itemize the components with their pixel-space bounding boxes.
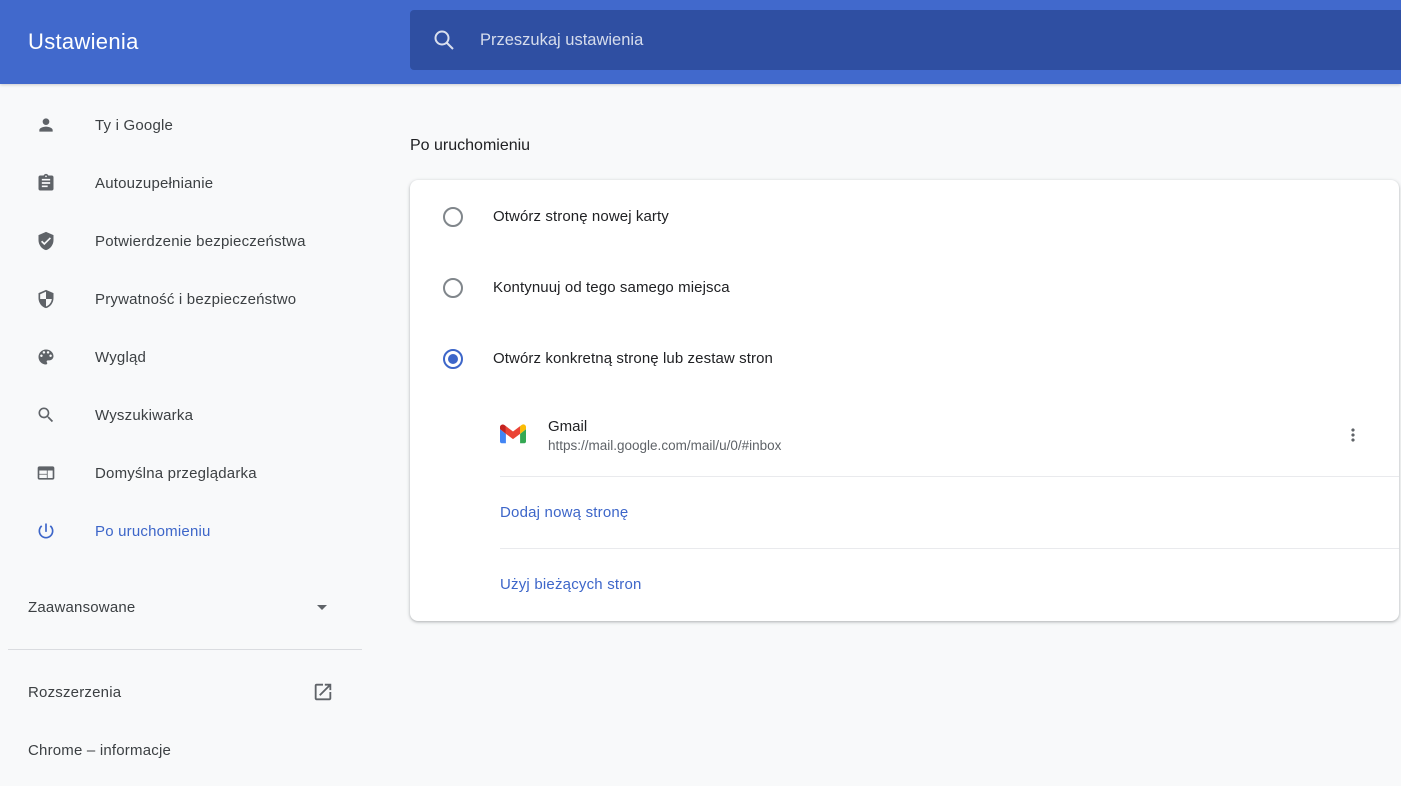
sidebar-item-label: Po uruchomieniu [95, 523, 211, 540]
startup-page-title: Gmail [548, 418, 781, 435]
power-icon [36, 521, 56, 541]
more-vert-icon [1343, 425, 1363, 445]
main-content: Po uruchomieniu Otwórz stronę nowej kart… [362, 84, 1401, 786]
option-label: Kontynuuj od tego samego miejsca [493, 279, 730, 296]
settings-header: Ustawienia [0, 0, 1401, 84]
sidebar-item-on-startup[interactable]: Po uruchomieniu [0, 502, 362, 560]
sidebar-item-label: Prywatność i bezpieczeństwo [95, 291, 296, 308]
sidebar-advanced-toggle[interactable]: Zaawansowane [0, 578, 362, 636]
sidebar-item-appearance[interactable]: Wygląd [0, 328, 362, 386]
sidebar-item-label: Wygląd [95, 349, 146, 366]
autofill-icon [36, 173, 56, 193]
page-title: Ustawienia [28, 29, 139, 55]
option-continue-where-left-off[interactable]: Kontynuuj od tego samego miejsca [410, 252, 1399, 323]
sidebar-item-you-and-google[interactable]: Ty i Google [0, 96, 362, 154]
use-current-pages-label: Użyj bieżących stron [500, 576, 642, 593]
use-current-pages-button[interactable]: Użyj bieżących stron [410, 549, 1399, 620]
startup-page-row: Gmail https://mail.google.com/mail/u/0/#… [410, 394, 1399, 476]
option-open-specific-pages[interactable]: Otwórz konkretną stronę lub zestaw stron [410, 323, 1399, 394]
sidebar-item-privacy[interactable]: Prywatność i bezpieczeństwo [0, 270, 362, 328]
search-engine-icon [36, 405, 56, 425]
add-new-page-button[interactable]: Dodaj nową stronę [410, 477, 1399, 548]
sidebar-item-autofill[interactable]: Autouzupełnianie [0, 154, 362, 212]
more-actions-button[interactable] [1337, 419, 1369, 451]
on-startup-card: Otwórz stronę nowej karty Kontynuuj od t… [410, 180, 1399, 621]
radio-button[interactable] [443, 349, 463, 369]
startup-page-info: Gmail https://mail.google.com/mail/u/0/#… [548, 418, 781, 453]
option-label: Otwórz konkretną stronę lub zestaw stron [493, 350, 773, 367]
search-box[interactable] [410, 10, 1401, 70]
section-title: Po uruchomieniu [410, 134, 1401, 158]
radio-button[interactable] [443, 207, 463, 227]
radio-button[interactable] [443, 278, 463, 298]
palette-icon [36, 347, 56, 367]
sidebar-item-search-engine[interactable]: Wyszukiwarka [0, 386, 362, 444]
option-label: Otwórz stronę nowej karty [493, 208, 669, 225]
open-in-new-icon [312, 681, 334, 703]
safety-check-shield-icon [36, 231, 56, 251]
sidebar-item-label: Domyślna przeglądarka [95, 465, 257, 482]
add-new-page-label: Dodaj nową stronę [500, 504, 628, 521]
advanced-label: Zaawansowane [28, 599, 135, 616]
sidebar-item-default-browser[interactable]: Domyślna przeglądarka [0, 444, 362, 502]
search-icon [432, 28, 456, 52]
sidebar-divider [8, 649, 362, 650]
extensions-label: Rozszerzenia [28, 684, 121, 701]
sidebar-item-label: Wyszukiwarka [95, 407, 193, 424]
option-open-new-tab[interactable]: Otwórz stronę nowej karty [410, 181, 1399, 252]
browser-window-icon [36, 463, 56, 483]
person-icon [36, 115, 56, 135]
startup-page-url: https://mail.google.com/mail/u/0/#inbox [548, 438, 781, 453]
search-input[interactable] [480, 31, 1401, 50]
privacy-shield-icon [36, 289, 56, 309]
sidebar-item-label: Autouzupełnianie [95, 175, 213, 192]
chevron-down-icon [310, 595, 334, 619]
about-chrome-label: Chrome – informacje [28, 742, 171, 759]
sidebar-item-label: Potwierdzenie bezpieczeństwa [95, 233, 306, 250]
settings-sidebar: Ty i Google Autouzupełnianie Potwierdzen… [0, 84, 362, 786]
sidebar-item-about-chrome[interactable]: Chrome – informacje [0, 721, 362, 779]
sidebar-item-extensions[interactable]: Rozszerzenia [0, 663, 362, 721]
gmail-icon [500, 422, 526, 448]
sidebar-item-label: Ty i Google [95, 117, 173, 134]
sidebar-item-safety-check[interactable]: Potwierdzenie bezpieczeństwa [0, 212, 362, 270]
